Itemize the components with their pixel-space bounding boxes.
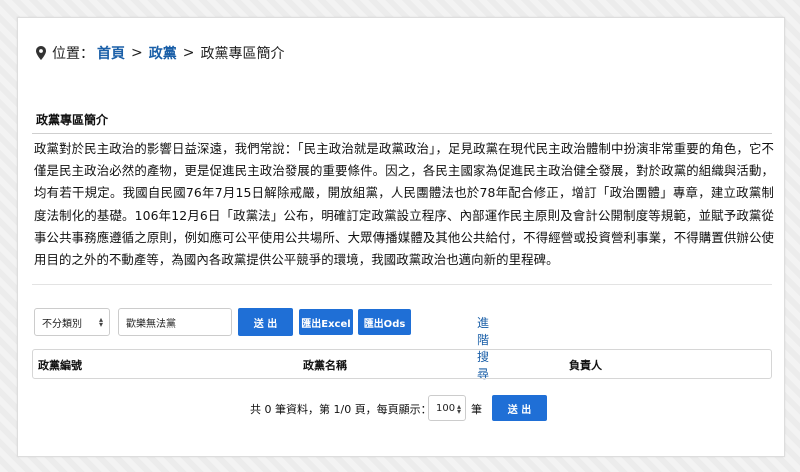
keyword-input-value: 歡樂無法黨	[126, 318, 176, 330]
breadcrumb-parent-link[interactable]: 政黨	[149, 43, 177, 63]
breadcrumb-label: 位置：	[52, 46, 94, 62]
category-select-value: 不分類別	[42, 318, 82, 330]
results-table-header: 政黨編號 政黨名稱 負責人	[32, 349, 772, 379]
intro-paragraph: 政黨對於民主政治的影響日益深遠，我們常說：「民主政治就是政黨政治」，足見政黨在現…	[34, 141, 774, 268]
breadcrumb-home-link[interactable]: 首頁	[97, 43, 125, 63]
category-select[interactable]: 不分類別 ▴ ▾	[34, 308, 110, 336]
pagination-unit: 筆	[471, 403, 482, 416]
export-excel-button[interactable]: 匯出Excel	[299, 309, 353, 335]
page-size-value: 100	[436, 402, 456, 414]
caret-updown-icon: ▴ ▾	[98, 315, 103, 329]
content-panel: 位置： 首頁 > 政黨 > 政黨專區簡介 政黨專區簡介 政黨對於民主政治的影響日…	[17, 17, 785, 457]
breadcrumb: 位置： 首頁 > 政黨 > 政黨專區簡介	[36, 43, 284, 63]
pagination-summary: 共 0 筆資料，第 1/0 頁，每頁顯示：	[250, 403, 432, 416]
caret-updown-icon: ▴ ▾	[456, 402, 461, 416]
pagination-bar: 共 0 筆資料，第 1/0 頁，每頁顯示： 100 ▴ ▾ 筆 送 出	[18, 395, 784, 423]
column-header-party-name: 政黨名稱	[303, 359, 347, 372]
map-pin-icon	[36, 46, 46, 60]
keyword-input[interactable]: 歡樂無法黨	[118, 308, 232, 336]
page-size-select[interactable]: 100 ▴ ▾	[428, 395, 466, 421]
search-submit-button[interactable]: 送 出	[238, 308, 293, 336]
intro-divider	[32, 284, 772, 285]
breadcrumb-separator: >	[131, 45, 143, 61]
column-header-party-id: 政黨編號	[38, 359, 82, 372]
column-header-leader: 負責人	[569, 359, 602, 372]
breadcrumb-separator: >	[182, 45, 195, 61]
section-title-divider	[32, 133, 772, 134]
pagination-submit-button[interactable]: 送 出	[492, 395, 547, 421]
export-ods-button[interactable]: 匯出Ods	[358, 309, 411, 335]
section-title: 政黨專區簡介	[36, 113, 109, 127]
breadcrumb-current: 政黨專區簡介	[200, 46, 285, 62]
